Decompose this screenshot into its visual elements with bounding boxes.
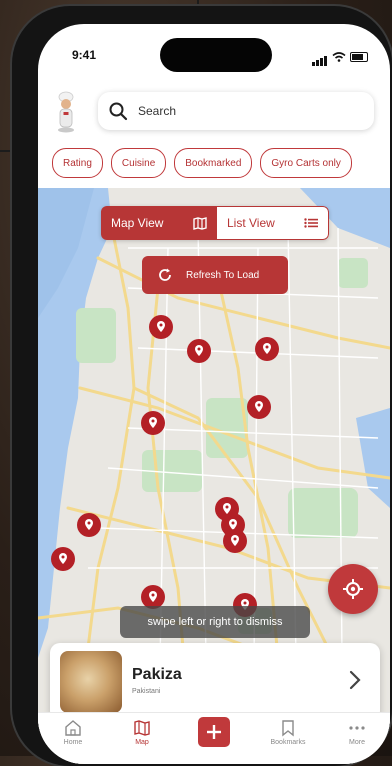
refresh-label: Refresh To Load xyxy=(186,269,260,281)
signal-icon xyxy=(312,48,328,66)
map-pin[interactable] xyxy=(148,314,174,344)
search-input[interactable] xyxy=(136,103,360,119)
bottom-tab-bar: Home Map Bookmarks More xyxy=(38,712,390,764)
map-view-button[interactable]: Map View xyxy=(101,206,217,240)
tab-bookmarks-label: Bookmarks xyxy=(270,739,306,746)
filter-bookmarked[interactable]: Bookmarked xyxy=(174,148,253,178)
tab-more-label: More xyxy=(349,739,365,746)
bookmark-icon xyxy=(282,720,294,737)
tab-map-label: Map xyxy=(135,739,149,746)
map-view[interactable]: Map View List View Refresh To Load swipe… xyxy=(38,188,390,764)
home-icon xyxy=(65,720,81,736)
restaurant-thumbnail xyxy=(60,651,122,713)
tab-more[interactable]: More xyxy=(332,719,382,746)
tab-map[interactable]: Map xyxy=(117,719,167,746)
restaurant-cuisine: Pakistani xyxy=(132,688,161,695)
chevron-right-icon[interactable] xyxy=(348,669,362,691)
list-view-button[interactable]: List View xyxy=(217,206,329,240)
phone-frame: 9:41 Rating Cuisine Bookmarked Gyro Cart… xyxy=(12,6,392,766)
restaurant-card[interactable]: Pakiza Pakistani xyxy=(50,643,380,721)
map-icon xyxy=(134,720,150,736)
map-pin[interactable] xyxy=(254,336,280,366)
view-toggle: Map View List View xyxy=(101,206,329,240)
status-icons xyxy=(312,48,368,66)
map-pin[interactable] xyxy=(140,410,166,440)
status-time: 9:41 xyxy=(72,48,97,62)
search-icon xyxy=(109,102,128,121)
dynamic-island xyxy=(160,38,272,72)
more-icon xyxy=(349,726,365,730)
refresh-button[interactable]: Refresh To Load xyxy=(142,256,288,294)
map-pin[interactable] xyxy=(246,394,272,424)
battery-icon xyxy=(350,52,368,62)
restaurant-name: Pakiza xyxy=(132,666,182,683)
map-pin[interactable] xyxy=(222,528,248,558)
locate-me-button[interactable] xyxy=(328,564,378,614)
crosshair-icon xyxy=(343,579,363,599)
tab-home[interactable]: Home xyxy=(48,719,98,746)
refresh-icon xyxy=(159,268,171,281)
tab-home-label: Home xyxy=(63,739,83,746)
list-icon xyxy=(304,218,318,228)
filter-cuisine[interactable]: Cuisine xyxy=(110,148,167,178)
swipe-hint-toast: swipe left or right to dismiss xyxy=(120,606,310,638)
chef-mascot-icon[interactable] xyxy=(54,90,78,134)
filter-rating[interactable]: Rating xyxy=(52,148,103,178)
add-button[interactable] xyxy=(198,717,230,747)
filter-gyro-carts-only[interactable]: Gyro Carts only xyxy=(260,148,352,178)
map-pin[interactable] xyxy=(76,512,102,542)
list-view-label: List View xyxy=(227,216,275,230)
add-icon xyxy=(207,725,221,739)
map-pin[interactable] xyxy=(50,546,76,576)
app-screen: 9:41 Rating Cuisine Bookmarked Gyro Cart… xyxy=(38,24,390,764)
map-pin[interactable] xyxy=(186,338,212,368)
tab-bookmarks[interactable]: Bookmarks xyxy=(263,719,313,746)
search-bar[interactable] xyxy=(98,92,374,130)
wifi-icon xyxy=(332,52,346,62)
map-fold-icon xyxy=(193,216,207,230)
filter-chips: Rating Cuisine Bookmarked Gyro Carts onl… xyxy=(52,148,352,178)
status-bar: 9:41 xyxy=(38,24,390,76)
map-view-label: Map View xyxy=(111,216,164,230)
